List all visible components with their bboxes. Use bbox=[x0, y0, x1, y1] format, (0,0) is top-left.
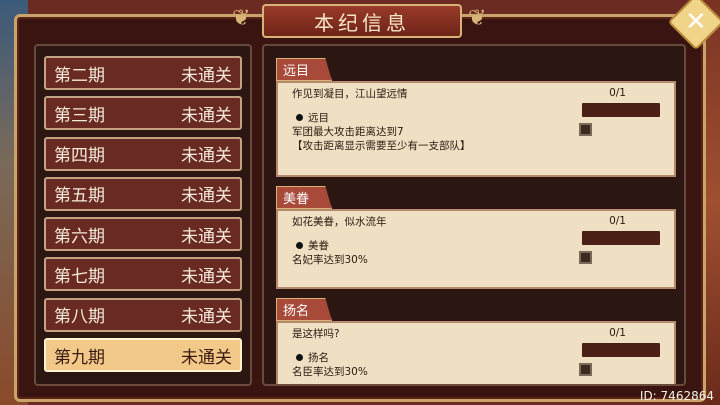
quote-text: 作见到凝目，江山望远情 bbox=[292, 88, 408, 100]
user-id-label: ID: 7462864 bbox=[639, 389, 714, 403]
period-item-2[interactable]: 第二期 未通关 bbox=[44, 56, 242, 90]
period-item-5[interactable]: 第五期 未通关 bbox=[44, 176, 242, 211]
period-item-7[interactable]: 第七期 未通关 bbox=[44, 257, 242, 292]
achievement-section: 美眷 如花美眷，似水流年 0/1 美眷 名妃率达到30% bbox=[276, 186, 676, 289]
goal-desc: 名妃率达到30% bbox=[292, 254, 368, 266]
achievement-section: 远目 作见到凝目，江山望远情 0/1 远目 军团最大攻击距离达到7 【攻击距离显… bbox=[276, 58, 676, 177]
section-tab: 美眷 bbox=[276, 186, 333, 209]
period-status: 未通关 bbox=[181, 226, 232, 247]
achievement-card: 作见到凝目，江山望远情 0/1 远目 军团最大攻击距离达到7 【攻击距离显示需要… bbox=[276, 81, 676, 177]
achievement-card: 是这样吗? 0/1 扬名 名臣率达到30% bbox=[276, 321, 676, 384]
achievement-panel[interactable]: 远目 作见到凝目，江山望远情 0/1 远目 军团最大攻击距离达到7 【攻击距离显… bbox=[262, 44, 686, 386]
period-item-8[interactable]: 第八期 未通关 bbox=[44, 297, 242, 332]
period-status: 未通关 bbox=[181, 146, 232, 167]
goal-title: 远目 bbox=[308, 112, 329, 124]
section-tab: 扬名 bbox=[276, 298, 333, 321]
progress-count: 0/1 bbox=[609, 215, 626, 227]
bullet-icon bbox=[296, 114, 303, 121]
goal-desc: 军团最大攻击距离达到7 bbox=[292, 126, 404, 138]
period-status: 未通关 bbox=[181, 347, 232, 368]
period-name: 第五期 bbox=[54, 186, 105, 207]
achievement-section: 扬名 是这样吗? 0/1 扬名 名臣率达到30% bbox=[276, 298, 676, 384]
progress-count: 0/1 bbox=[609, 327, 626, 339]
dialog-title: 本纪信息 bbox=[262, 4, 462, 38]
period-name: 第六期 bbox=[54, 226, 105, 247]
close-x-icon: ✕ bbox=[685, 6, 707, 37]
period-name: 第八期 bbox=[54, 307, 105, 328]
goal-title: 美眷 bbox=[308, 240, 329, 252]
claim-checkbox[interactable] bbox=[579, 363, 592, 376]
period-item-3[interactable]: 第三期 未通关 bbox=[44, 96, 242, 131]
progress-bar bbox=[582, 103, 660, 117]
title-ornament-right-icon: ❦ bbox=[468, 6, 487, 31]
bullet-icon bbox=[296, 354, 303, 361]
period-item-6[interactable]: 第六期 未通关 bbox=[44, 217, 242, 252]
goal-desc: 名臣率达到30% bbox=[292, 366, 368, 378]
achievement-card: 如花美眷，似水流年 0/1 美眷 名妃率达到30% bbox=[276, 209, 676, 289]
period-status: 未通关 bbox=[181, 186, 232, 207]
quote-text: 如花美眷，似水流年 bbox=[292, 216, 387, 228]
period-name: 第四期 bbox=[54, 146, 105, 167]
progress-count: 0/1 bbox=[609, 87, 626, 99]
progress-bar bbox=[582, 231, 660, 245]
section-tab: 远目 bbox=[276, 58, 333, 81]
period-list: 第二期 未通关 第三期 未通关 第四期 未通关 第五期 未通关 第六期 未通关 … bbox=[34, 44, 252, 386]
bullet-icon bbox=[296, 242, 303, 249]
period-item-9-selected[interactable]: 第九期 未通关 bbox=[44, 338, 242, 373]
period-name: 第九期 bbox=[54, 347, 105, 368]
claim-checkbox[interactable] bbox=[579, 251, 592, 264]
period-status: 未通关 bbox=[181, 65, 232, 86]
period-status: 未通关 bbox=[181, 105, 232, 126]
progress-bar bbox=[582, 343, 660, 357]
period-status: 未通关 bbox=[181, 266, 232, 287]
goal-title: 扬名 bbox=[308, 352, 329, 364]
goal-note: 【攻击距离显示需要至少有一支部队】 bbox=[292, 140, 471, 152]
period-name: 第三期 bbox=[54, 105, 105, 126]
period-status: 未通关 bbox=[181, 307, 232, 328]
claim-checkbox[interactable] bbox=[579, 123, 592, 136]
period-name: 第二期 bbox=[54, 65, 105, 86]
period-item-4[interactable]: 第四期 未通关 bbox=[44, 136, 242, 171]
period-name: 第七期 bbox=[54, 266, 105, 287]
quote-text: 是这样吗? bbox=[292, 328, 340, 340]
